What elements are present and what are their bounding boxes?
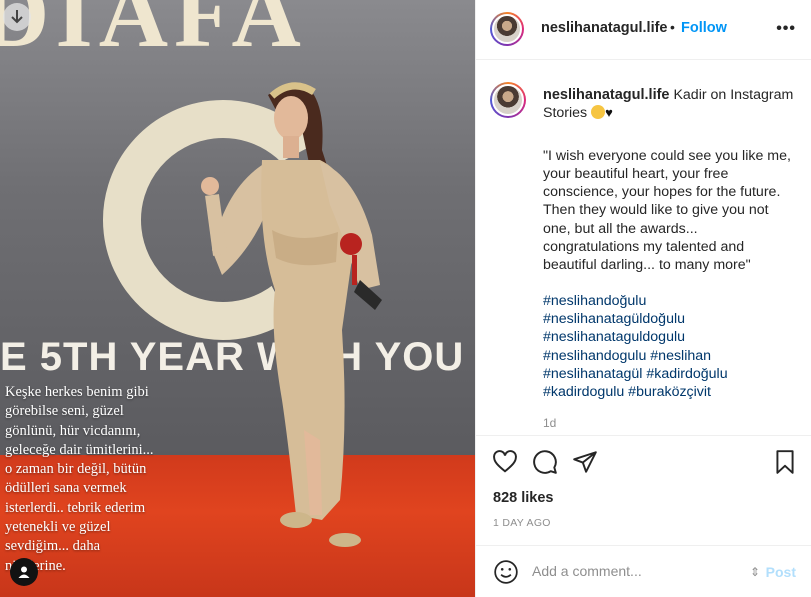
author-avatar[interactable] <box>490 12 524 46</box>
post-comment-button[interactable]: Post <box>766 564 796 580</box>
emoji-picker-icon[interactable] <box>493 559 519 585</box>
post-date[interactable]: 1 DAY AGO <box>493 517 551 529</box>
overlay-line: o zaman bir değil, bütün <box>5 461 147 478</box>
overlay-line: geleceğe dair ümitlerini... <box>5 441 154 458</box>
download-button[interactable] <box>3 3 31 31</box>
quote-line: beautiful darling... to many more" <box>543 257 751 274</box>
quote-line: your beautiful heart, your free <box>543 165 729 182</box>
separator-dot: • <box>670 19 675 35</box>
quote-line: "I wish everyone could see you like me, <box>543 147 791 164</box>
follow-button[interactable]: Follow <box>681 20 727 36</box>
arrow-down-icon <box>11 10 23 24</box>
quote-line: one, but all the awards... <box>543 220 698 237</box>
caption-age[interactable]: 1d <box>543 414 795 432</box>
overlay-line: Keşke herkes benim gibi <box>5 384 149 400</box>
post-action-bar <box>476 435 811 489</box>
caption-text: neslihanatagul.life Kadir on Instagram S… <box>543 86 795 433</box>
post-media[interactable]: DIAFA E 5TH YEAR WITH YOU Keşke herkes b… <box>0 0 475 597</box>
caption-lead-text: Kadir on Instagram <box>673 87 794 103</box>
hashtag-link[interactable]: #neslihanatagüldoğulu <box>543 310 795 328</box>
more-options-icon[interactable]: ••• <box>776 20 796 38</box>
overlay-line: ödülleri sana vermek <box>5 480 127 497</box>
post-side-panel: neslihanatagul.life • Follow ••• nesliha… <box>475 0 811 597</box>
overlay-line: yetenekli ve güzel <box>5 519 111 536</box>
overlay-line: isterlerdi.. tebrik ederim <box>5 499 146 516</box>
black-heart-icon: ♥ <box>605 105 613 121</box>
share-icon[interactable] <box>572 449 598 475</box>
caption-username-link[interactable]: neslihanatagul.life <box>543 87 670 103</box>
media-caption-overlay: Keşke herkes benim gibi görebilse seni, … <box>5 383 180 576</box>
text-cursor-icon: ⇕ <box>749 565 760 579</box>
comment-icon[interactable] <box>532 449 558 475</box>
author-username-link[interactable]: neslihanatagul.life <box>541 20 668 36</box>
overlay-line: sevdiğim... daha <box>5 538 101 555</box>
pleading-face-emoji-icon <box>591 105 606 120</box>
quote-line: congratulations my talented and <box>543 239 745 256</box>
hashtag-list: #neslihandoğulu #neslihanatagüldoğulu #n… <box>543 292 795 402</box>
overlay-line: görebilse seni, güzel <box>5 403 124 420</box>
comment-composer: ⇕ Post <box>476 545 811 597</box>
hashtag-link[interactable]: #neslihanatagül #kadirdoğulu <box>543 365 795 383</box>
likes-count[interactable]: 828 likes <box>493 490 553 506</box>
heart-icon[interactable] <box>492 449 518 475</box>
hashtag-link[interactable]: #neslihandogulu #neslihan <box>543 347 795 365</box>
comment-input[interactable] <box>532 560 737 582</box>
quote-line: conscience, your hopes for the future. <box>543 184 781 201</box>
post-header: neslihanatagul.life • Follow ••• <box>476 0 811 60</box>
bookmark-icon[interactable] <box>772 449 798 475</box>
instagram-post-window: DIAFA E 5TH YEAR WITH YOU Keşke herkes b… <box>0 0 811 597</box>
tagged-users-button[interactable] <box>10 558 38 586</box>
caption-quote: "I wish everyone could see you like me, … <box>543 147 795 275</box>
overlay-line: gönlünü, hür vicdanını, <box>5 422 141 439</box>
caption-lead-text-2: Stories <box>543 105 588 122</box>
caption-author-avatar[interactable] <box>490 82 526 118</box>
hashtag-link[interactable]: #neslihanataguldogulu <box>543 328 795 346</box>
hashtag-link[interactable]: #neslihandoğulu <box>543 292 795 310</box>
quote-line: Then they would like to give you not <box>543 202 769 219</box>
user-icon <box>18 566 30 578</box>
hashtag-link[interactable]: #kadirdogulu #buraközçivit <box>543 383 795 401</box>
